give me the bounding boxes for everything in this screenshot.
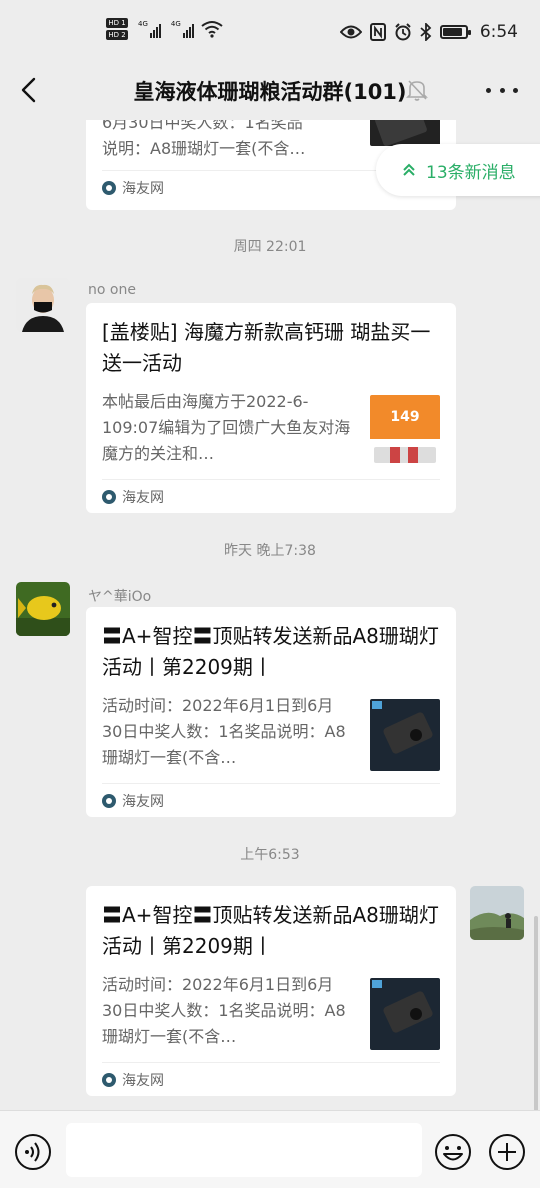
signal-icon-2: 4G	[171, 20, 194, 38]
hd-badges: HD 1 HD 2	[106, 18, 128, 40]
avatar[interactable]	[16, 278, 70, 332]
source-logo-icon	[102, 1072, 116, 1087]
mute-bell-icon	[406, 80, 428, 101]
double-chevron-up-icon	[403, 163, 415, 176]
eye-icon	[339, 25, 362, 39]
status-bar: HD 1 HD 2 4G 4G 6:54	[0, 0, 540, 64]
card-source: 海友网	[122, 793, 164, 810]
avatar-fish	[16, 582, 70, 636]
card-thumbnail: 149	[370, 395, 440, 467]
chat-area[interactable]: 6月30日中奖人数：1名奖品 说明：A8珊瑚灯一套(不含… 海友网 13条新消息…	[0, 120, 540, 1110]
card-thumbnail	[370, 699, 440, 771]
clock: 6:54	[479, 22, 518, 42]
new-messages-button[interactable]: 13条新消息	[376, 144, 540, 196]
hd2-badge: HD 2	[106, 30, 128, 40]
source-logo-icon	[102, 793, 116, 808]
card-thumbnail	[370, 120, 440, 146]
avatar-self[interactable]	[470, 886, 524, 940]
timestamp: 周四 22:01	[233, 239, 307, 255]
hd1-badge: HD 1	[106, 18, 128, 28]
card-desc-line: 6月30日中奖人数：1名奖品	[102, 120, 303, 132]
chat-title: 皇海液体珊瑚粮活动群(101)	[133, 80, 407, 104]
signal-icon: 4G	[138, 20, 161, 38]
avatar-no-one	[16, 278, 70, 332]
emoji-icon[interactable]	[434, 1133, 472, 1171]
nfc-icon	[369, 23, 386, 41]
card-title: 〓A+智控〓顶贴转发送新品A8珊瑚灯活动丨第2209期丨	[102, 903, 439, 958]
card-title: 〓A+智控〓顶贴转发送新品A8珊瑚灯活动丨第2209期丨	[102, 624, 439, 679]
card-thumbnail	[370, 978, 440, 1050]
scrollbar[interactable]	[534, 916, 538, 1110]
plus-icon[interactable]	[488, 1133, 526, 1171]
network-type-2: 4G	[170, 20, 181, 28]
avatar-landscape	[470, 886, 524, 940]
message-card[interactable]: [盖楼贴] 海魔方新款高钙珊 瑚盐买一送一活动 本帖最后由海魔方于2022-6-…	[86, 303, 456, 513]
card-desc: 活动时间：2022年6月1日到6月30日中奖人数：1名奖品说明：A8珊瑚灯一套(…	[102, 696, 346, 767]
source-logo-icon	[102, 489, 116, 504]
status-right: 6:54	[339, 22, 518, 42]
avatar[interactable]	[16, 582, 70, 636]
message-card[interactable]: 〓A+智控〓顶贴转发送新品A8珊瑚灯活动丨第2209期丨 活动时间：2022年6…	[86, 607, 456, 817]
card-title: [盖楼贴] 海魔方新款高钙珊 瑚盐买一送一活动	[102, 320, 431, 375]
thumb-price: 149	[390, 409, 420, 425]
timestamp: 上午6:53	[240, 847, 300, 863]
input-bar	[0, 1110, 540, 1188]
battery-fill	[442, 28, 462, 36]
wifi-icon	[201, 21, 223, 38]
sender-name: ヤ^華iOo	[88, 589, 152, 605]
card-source: 海友网	[122, 1072, 164, 1089]
chat-header: 皇海液体珊瑚粮活动群(101)	[0, 64, 540, 120]
new-messages-label: 13条新消息	[426, 162, 516, 183]
battery-icon	[439, 25, 471, 39]
timestamp: 昨天 晚上7:38	[224, 543, 316, 559]
network-type: 4G	[138, 20, 148, 28]
status-left: HD 1 HD 2 4G 4G	[106, 18, 224, 40]
card-desc: 本帖最后由海魔方于2022-6-109:07编辑为了回馈广大鱼友对海魔方的关注和…	[102, 392, 351, 463]
card-desc-line: 说明：A8珊瑚灯一套(不含…	[102, 139, 306, 158]
card-desc: 活动时间：2022年6月1日到6月30日中奖人数：1名奖品说明：A8珊瑚灯一套(…	[102, 975, 346, 1046]
source-logo-icon	[102, 180, 116, 195]
card-source: 海友网	[122, 180, 164, 197]
card-source: 海友网	[122, 489, 164, 506]
alarm-icon	[395, 23, 411, 41]
sender-name: no one	[88, 282, 136, 298]
more-icon[interactable]	[486, 78, 518, 102]
message-input[interactable]	[66, 1123, 422, 1177]
voice-icon[interactable]	[14, 1133, 52, 1171]
message-card-own[interactable]: 〓A+智控〓顶贴转发送新品A8珊瑚灯活动丨第2209期丨 活动时间：2022年6…	[86, 886, 456, 1096]
bluetooth-icon	[420, 23, 432, 41]
